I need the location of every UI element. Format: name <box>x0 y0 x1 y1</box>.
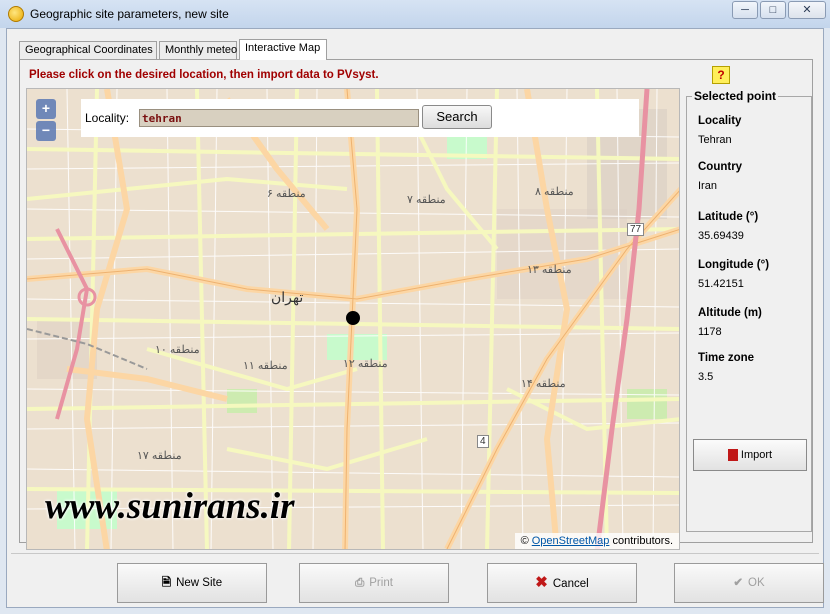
latitude-field-value: 35.69439 <box>698 230 744 242</box>
import-icon <box>727 449 738 462</box>
map-view[interactable]: منطقه ۶ منطقه ۷ منطقه ۸ منطقه ۱۳ تهران م… <box>26 88 680 550</box>
longitude-field-value: 51.42151 <box>698 278 744 290</box>
longitude-field-label: Longitude (°) <box>698 259 770 271</box>
ok-button[interactable]: ✔ OK <box>674 563 824 603</box>
locality-field-value: Tehran <box>698 134 732 146</box>
print-label: Print <box>369 577 393 589</box>
country-field-value: Iran <box>698 180 717 192</box>
map-label-city: تهران <box>271 289 304 305</box>
import-button-label: Import <box>740 449 773 461</box>
cancel-icon: ✖ <box>535 574 548 591</box>
new-document-icon: 🗎 <box>161 577 172 589</box>
road-shield-4: 4 <box>477 435 489 448</box>
cancel-button[interactable]: ✖ Cancel <box>487 563 637 603</box>
printer-icon: ⎙ <box>355 577 365 589</box>
map-label-district-8: منطقه ۸ <box>535 186 574 198</box>
map-label-district-11: منطقه ۱۱ <box>243 360 288 372</box>
openstreetmap-link[interactable]: OpenStreetMap <box>532 535 610 547</box>
close-icon[interactable]: ✕ <box>788 1 826 19</box>
help-icon[interactable]: ? <box>712 66 730 84</box>
selected-point-group: Selected point Locality Tehran Country I… <box>686 89 812 532</box>
import-button[interactable]: Import <box>693 439 807 471</box>
ok-label: OK <box>748 577 765 589</box>
altitude-field-value: 1178 <box>698 326 722 338</box>
cancel-label: Cancel <box>552 578 589 590</box>
instruction-text: Please click on the desired location, th… <box>29 69 379 81</box>
watermark-text: www.sunirans.ir <box>45 486 295 527</box>
location-marker[interactable] <box>346 311 360 325</box>
map-label-district-17: منطقه ۱۷ <box>137 450 182 462</box>
country-field-label: Country <box>698 161 743 173</box>
timezone-field-label: Time zone <box>698 352 755 364</box>
tab-interactive-map[interactable]: Interactive Map <box>239 39 327 60</box>
latitude-field-label: Latitude (°) <box>698 211 759 223</box>
app-icon <box>8 6 24 22</box>
dialog-client-area: Geographical Coordinates Monthly meteo I… <box>6 28 824 608</box>
map-attribution: © OpenStreetMap contributors. <box>514 533 679 549</box>
road-shield-77: 77 <box>627 223 645 236</box>
locality-input[interactable]: tehran <box>139 109 419 127</box>
locality-search-box: Locality: tehran Search <box>81 99 639 137</box>
selected-point-title: Selected point <box>692 89 779 103</box>
print-button[interactable]: ⎙ Print <box>299 563 449 603</box>
altitude-field-label: Altitude (m) <box>698 307 762 319</box>
attribution-suffix: contributors. <box>612 535 673 547</box>
attribution-copyright: © <box>520 535 529 547</box>
map-label-district-6: منطقه ۶ <box>267 188 306 200</box>
zoom-out-button[interactable]: − <box>36 121 56 141</box>
tab-geographical-coordinates[interactable]: Geographical Coordinates <box>19 41 157 59</box>
checkmark-icon: ✔ <box>733 577 743 589</box>
interactive-map-panel: Please click on the desired location, th… <box>19 59 813 550</box>
bottom-separator <box>11 553 819 554</box>
tab-monthly-meteo[interactable]: Monthly meteo <box>159 41 237 59</box>
title-bar: Geographic site parameters, new site ─ □… <box>0 0 830 28</box>
map-label-district-10: منطقه ۱۰ <box>155 344 200 356</box>
search-button[interactable]: Search <box>422 105 492 129</box>
minimize-icon[interactable]: ─ <box>732 1 758 19</box>
locality-field-label: Locality <box>698 115 742 127</box>
maximize-icon[interactable]: □ <box>760 1 786 19</box>
locality-label: Locality: <box>85 111 130 125</box>
timezone-field-value: 3.5 <box>698 371 714 383</box>
map-label-district-14: منطقه ۱۴ <box>521 378 566 390</box>
window-title: Geographic site parameters, new site <box>30 7 229 21</box>
new-site-button[interactable]: 🗎 New Site <box>117 563 267 603</box>
new-site-label: New Site <box>176 577 223 589</box>
map-label-district-13: منطقه ۱۳ <box>527 264 572 276</box>
map-label-district-7: منطقه ۷ <box>407 194 446 206</box>
map-label-district-12: منطقه ۱۲ <box>343 358 388 370</box>
zoom-in-button[interactable]: + <box>36 99 56 119</box>
